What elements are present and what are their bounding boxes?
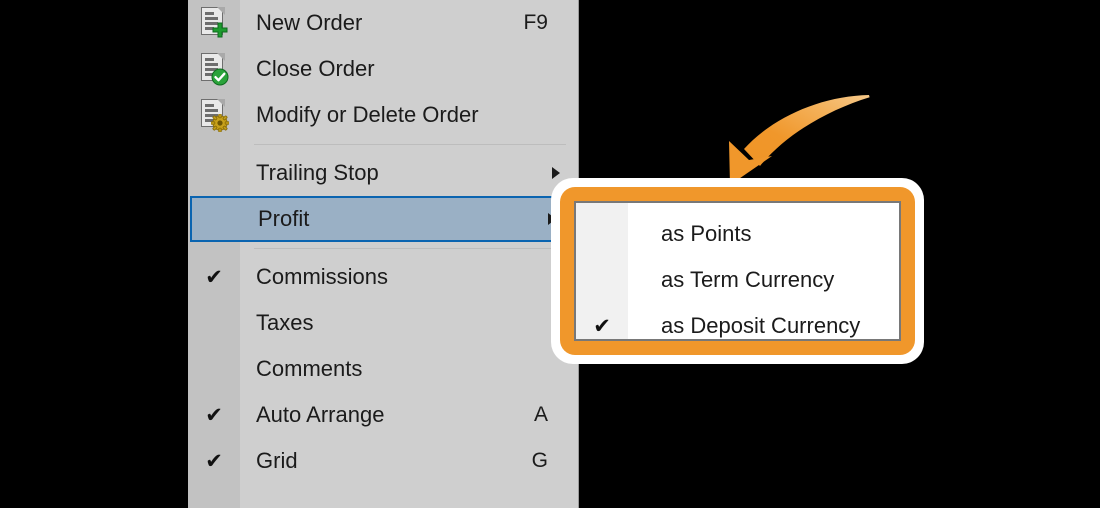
menu-item-label: Comments — [256, 356, 363, 381]
submenu-item-as-term-currency[interactable]: as Term Currency — [576, 257, 899, 303]
menu-item-new-order[interactable]: New Order F9 — [188, 0, 578, 46]
menu-item-close-order[interactable]: Close Order — [188, 46, 578, 92]
menu-item-trailing-stop[interactable]: Trailing Stop — [188, 150, 578, 196]
menu-item-profit[interactable]: Profit — [190, 196, 576, 242]
menu-item-shortcut: F9 — [523, 11, 548, 34]
green-check-badge-icon — [211, 68, 229, 86]
menu-item-shortcut: G — [531, 449, 548, 472]
green-plus-badge-icon — [211, 22, 229, 40]
checkmark-icon: ✔ — [205, 264, 223, 289]
menu-item-label: Commissions — [256, 264, 389, 289]
context-menu-item-list: New Order F9 Close Order Modify or Delete O… — [188, 0, 578, 484]
menu-item-auto-arrange[interactable]: ✔ Auto Arrange A — [188, 392, 578, 438]
menu-item-shortcut: A — [533, 403, 548, 426]
menu-item-label: Profit — [258, 206, 310, 231]
menu-item-label: Close Order — [256, 56, 375, 81]
submenu-item-list: as Points as Term Currency ✔ as Deposit Cur… — [576, 203, 899, 339]
submenu-item-label: as Deposit Currency — [661, 313, 861, 338]
document-gear-icon — [196, 97, 232, 133]
menu-item-commissions[interactable]: ✔ Commissions — [188, 254, 578, 300]
checkmark-icon: ✔ — [205, 402, 223, 427]
menu-separator — [188, 242, 578, 254]
menu-item-comments[interactable]: Comments — [188, 346, 578, 392]
submenu-item-as-deposit-currency[interactable]: ✔ as Deposit Currency — [576, 303, 899, 339]
highlight-ring: as Points as Term Currency ✔ as Deposit Cur… — [560, 187, 915, 355]
context-menu: New Order F9 Close Order Modify or Delete O… — [188, 0, 579, 508]
document-check-icon — [196, 51, 232, 87]
menu-item-label: Modify or Delete Order — [256, 102, 479, 127]
checkmark-icon: ✔ — [205, 448, 223, 473]
gold-gear-badge-icon — [210, 113, 230, 133]
submenu-item-as-points[interactable]: as Points — [576, 211, 899, 257]
menu-item-modify-or-delete-order[interactable]: Modify or Delete Order — [188, 92, 578, 138]
profit-submenu-popup-highlight: as Points as Term Currency ✔ as Deposit Cur… — [551, 178, 924, 364]
submenu-arrow-icon — [552, 167, 560, 179]
document-icon — [199, 98, 230, 133]
document-icon — [199, 6, 229, 40]
menu-item-label: Grid — [256, 448, 298, 473]
document-add-icon — [196, 5, 232, 41]
menu-item-label: Taxes — [256, 310, 314, 335]
document-icon — [199, 52, 229, 86]
submenu-item-label: as Points — [661, 221, 752, 246]
menu-item-label: New Order — [256, 10, 363, 35]
menu-item-label: Trailing Stop — [256, 160, 379, 185]
menu-separator — [188, 138, 578, 150]
menu-item-grid[interactable]: ✔ Grid G — [188, 438, 578, 484]
profit-submenu: as Points as Term Currency ✔ as Deposit Cur… — [574, 201, 901, 341]
menu-item-label: Auto Arrange — [256, 402, 385, 427]
submenu-item-label: as Term Currency — [661, 267, 835, 292]
checkmark-icon: ✔ — [593, 313, 611, 338]
menu-item-taxes[interactable]: Taxes — [188, 300, 578, 346]
